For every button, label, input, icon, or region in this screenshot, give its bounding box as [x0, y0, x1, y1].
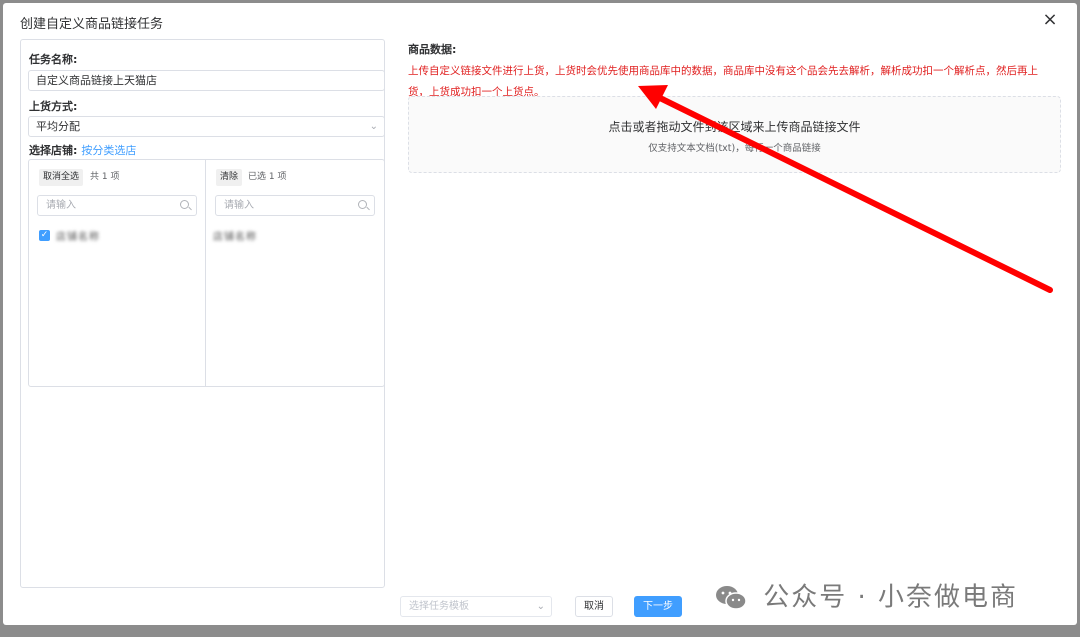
chevron-down-icon: ⌄	[536, 601, 545, 612]
target-store-item[interactable]: 店铺名称	[213, 228, 257, 243]
method-select-value: 平均分配	[36, 120, 80, 133]
store-label-row: 选择店铺: 按分类选店	[29, 142, 136, 158]
transfer-target-panel: 清除 已选 1 项 请输入 店铺名称	[206, 160, 384, 386]
source-count: 共 1 项	[90, 172, 120, 182]
close-icon[interactable]: ×	[1039, 9, 1061, 31]
target-count: 已选 1 项	[248, 172, 287, 182]
template-select[interactable]: 选择任务模板 ⌄	[400, 596, 552, 617]
store-label: 选择店铺:	[29, 144, 78, 157]
dialog-title: 创建自定义商品链接任务	[20, 17, 164, 32]
source-store-item[interactable]: 店铺名称	[56, 228, 100, 243]
method-select[interactable]: 平均分配 ⌄	[28, 116, 385, 137]
source-search-input[interactable]: 请输入	[37, 195, 197, 216]
search-icon	[180, 200, 189, 209]
task-name-label: 任务名称:	[29, 53, 78, 66]
chevron-down-icon: ⌄	[369, 121, 378, 132]
next-step-button[interactable]: 下一步	[634, 596, 682, 617]
deselect-all-button[interactable]: 取消全选	[39, 169, 84, 186]
watermark-text: 公众号 · 小奈做电商	[763, 582, 1019, 613]
watermark: 公众号 · 小奈做电商	[715, 579, 1018, 615]
store-transfer: 取消全选 共 1 项 请输入 ✓ 店铺名称 清除 已选 1 项 请输入 店铺名称	[28, 159, 385, 387]
upload-main-text: 点击或者拖动文件到该区域来上传商品链接文件	[608, 120, 861, 134]
search-icon	[358, 200, 367, 209]
task-settings-panel: 任务名称: 自定义商品链接上天猫店 上货方式: 平均分配 ⌄ 选择店铺: 按分类选…	[20, 39, 385, 588]
method-label: 上货方式:	[29, 100, 78, 113]
cancel-button[interactable]: 取消	[575, 596, 613, 617]
store-checkbox[interactable]: ✓	[39, 230, 50, 241]
upload-hint-text: 仅支持文本文档(txt)，每行一个商品链接	[648, 143, 821, 154]
upload-dropzone[interactable]: 点击或者拖动文件到该区域来上传商品链接文件 仅支持文本文档(txt)，每行一个商…	[408, 96, 1061, 173]
product-data-label: 商品数据:	[408, 43, 457, 56]
clear-button[interactable]: 清除	[216, 169, 243, 186]
create-task-dialog: 创建自定义商品链接任务 × 任务名称: 自定义商品链接上天猫店 上货方式: 平均…	[3, 3, 1077, 625]
wechat-icon	[716, 585, 747, 610]
source-search-placeholder: 请输入	[46, 200, 76, 211]
select-by-category-link[interactable]: 按分类选店	[81, 144, 136, 157]
target-search-input[interactable]: 请输入	[215, 195, 375, 216]
target-search-placeholder: 请输入	[224, 200, 254, 211]
task-name-input[interactable]: 自定义商品链接上天猫店	[28, 70, 385, 91]
template-select-placeholder: 选择任务模板	[409, 601, 469, 612]
transfer-source-panel: 取消全选 共 1 项 请输入 ✓ 店铺名称	[29, 160, 206, 386]
